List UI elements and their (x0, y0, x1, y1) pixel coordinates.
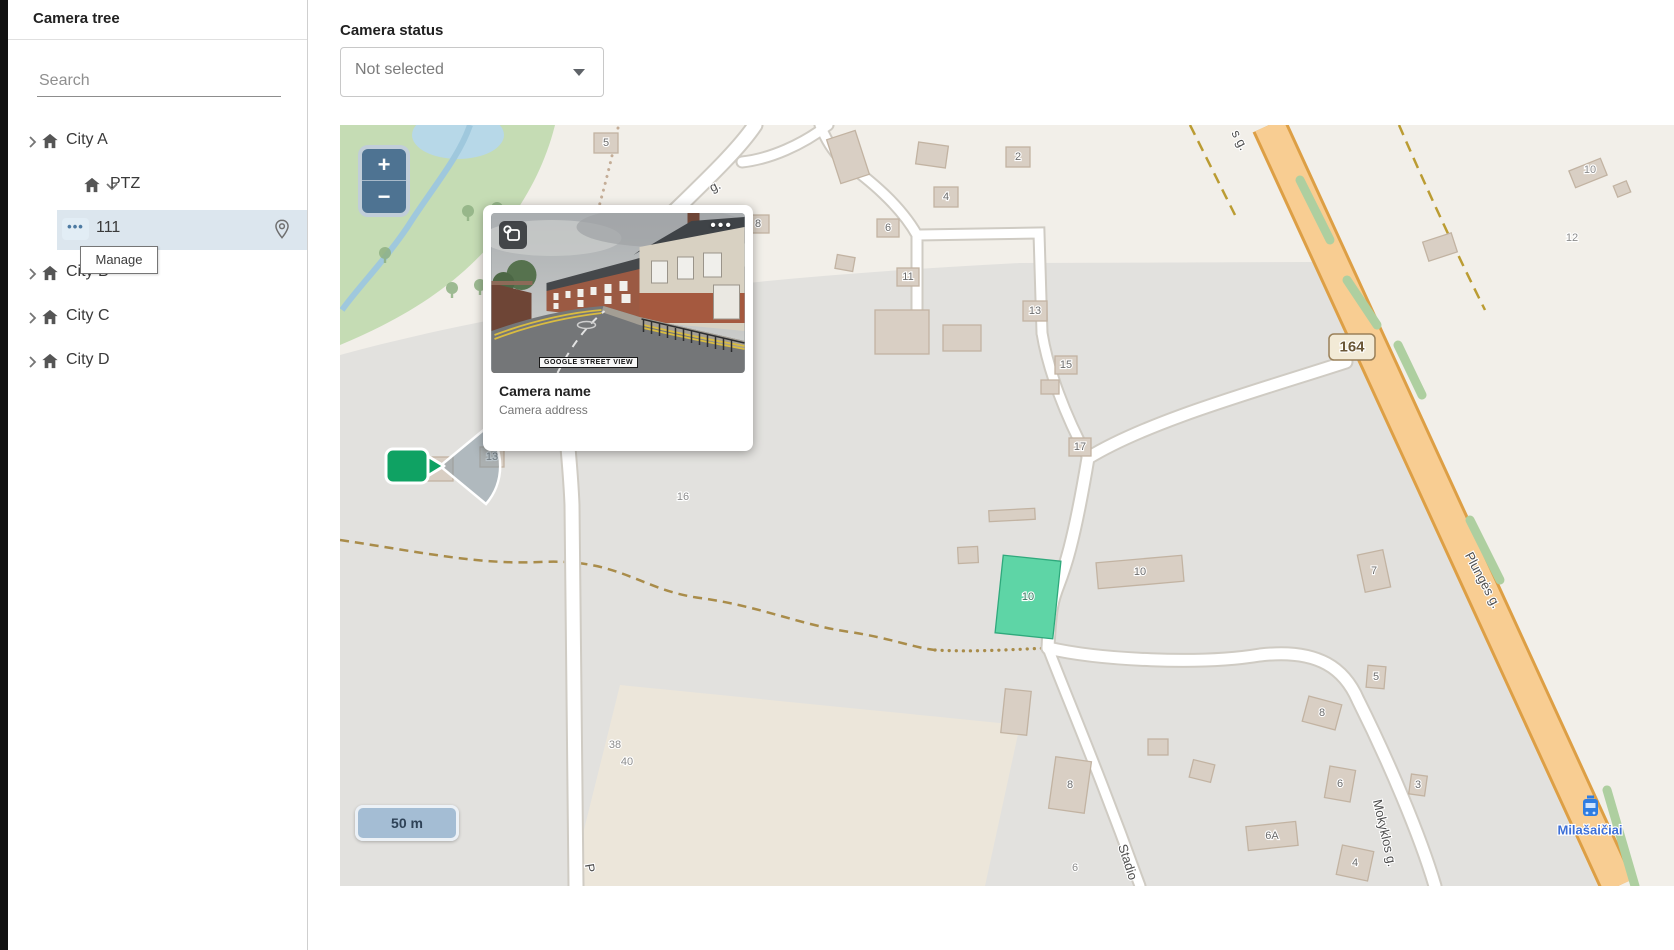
map-building: 11 (897, 268, 919, 286)
building-number: 10 (1022, 591, 1034, 603)
camera-status-label: Camera status (340, 22, 443, 39)
map-building (835, 255, 855, 272)
landuse-label: 38 (609, 739, 621, 751)
building-number: 2 (1015, 151, 1021, 163)
street-view-art (491, 213, 745, 373)
zoom-out-button[interactable]: − (362, 181, 406, 212)
map-building (1148, 739, 1168, 755)
building-number: 8 (755, 218, 761, 230)
building-number: 13 (1029, 305, 1041, 317)
street-view-image: ••• GOOGLE STREET VIEW (491, 213, 745, 373)
manage-tooltip: Manage (80, 246, 158, 274)
popup-more-button[interactable]: ••• (710, 217, 733, 235)
tree-item-label: City C (66, 307, 110, 325)
building-number: 6A (1265, 830, 1279, 842)
map-building (1041, 380, 1059, 394)
map-building: 6 (1324, 766, 1355, 802)
camera-popup-card[interactable]: ••• GOOGLE STREET VIEW Camera name Camer… (483, 205, 753, 451)
map-building: 3 (1409, 774, 1428, 796)
camera-dots-icon: ••• (62, 218, 89, 240)
landuse-label: 10 (1584, 164, 1596, 176)
street-view-attribution: GOOGLE STREET VIEW (539, 357, 638, 368)
building-number: 5 (1373, 671, 1379, 683)
selected-row-highlight (57, 210, 307, 250)
building-number: 4 (943, 191, 949, 203)
map-building: 6 (877, 219, 899, 237)
map-building (943, 325, 981, 351)
building-number: 7 (1371, 565, 1377, 577)
camera-status-dropdown[interactable]: Not selected (340, 47, 604, 97)
popup-camera-address: Camera address (499, 403, 588, 417)
tree-item-city-a[interactable]: City A (0, 120, 307, 164)
building-number: 8 (1067, 779, 1073, 791)
map-building (875, 310, 929, 354)
map-building: 4 (934, 187, 958, 207)
tree-item-label: City D (66, 351, 110, 369)
map-zoom-control: + − (358, 145, 410, 217)
building-number: 4 (1352, 857, 1358, 869)
building-number: 10 (1134, 566, 1146, 578)
panel-title: Camera tree (33, 10, 120, 27)
landuse-label: 6 (1072, 862, 1078, 874)
bus-label: Milašaičiai (1557, 823, 1622, 838)
open-preview-button[interactable] (499, 221, 527, 249)
camera-status-value: Not selected (355, 61, 444, 79)
building-number: 15 (1060, 359, 1072, 371)
popup-camera-name: Camera name (499, 383, 591, 399)
building-number: 3 (1415, 779, 1421, 791)
map-building: 10 (995, 555, 1061, 639)
map-building: 8 (1049, 757, 1092, 814)
chevron-down-icon (573, 69, 585, 76)
landuse-label: 12 (1566, 232, 1578, 244)
map-building (958, 546, 979, 563)
open-preview-icon (499, 221, 527, 249)
building-number: 8 (1319, 707, 1325, 719)
map-canvas[interactable]: 524861113151713101075866A438 164 Plungės… (340, 125, 1674, 886)
building-number: 6 (1337, 778, 1343, 790)
building-number: 5 (603, 137, 609, 149)
search-input[interactable] (37, 66, 281, 97)
tree-item-ptz[interactable]: PTZ (0, 164, 307, 208)
map-building: 6A (1246, 821, 1298, 850)
map-building (1001, 689, 1031, 735)
route-badge: 164 (1329, 334, 1375, 360)
map-building: 13 (1023, 301, 1047, 321)
landuse-label: 16 (677, 491, 689, 503)
svg-text:164: 164 (1339, 339, 1365, 356)
landuse-label: 40 (621, 756, 633, 768)
zoom-in-button[interactable]: + (362, 149, 406, 181)
building-number: 17 (1074, 441, 1086, 453)
tree-item-label: 111 (96, 219, 120, 237)
window-edge (0, 0, 8, 950)
building-number: 6 (885, 222, 891, 234)
tree-item-label: PTZ (110, 175, 140, 193)
map-building (989, 508, 1036, 521)
map-building: 4 (1336, 845, 1374, 881)
camera-tree-panel: Camera tree City APTZ•••111City BCity CC… (0, 0, 308, 950)
tree-item-city-d[interactable]: City D (0, 340, 307, 384)
tree-item-label: City A (66, 131, 108, 149)
map-building: 2 (1006, 147, 1030, 167)
sidebar-header: Camera tree (0, 0, 307, 40)
map-building: 17 (1069, 438, 1091, 456)
map-building (916, 142, 949, 168)
map-scale: 50 m (355, 805, 459, 841)
map-building: 5 (1366, 665, 1386, 688)
map-building: 5 (594, 133, 618, 153)
map-building: 15 (1055, 356, 1077, 374)
tree-item-city-c[interactable]: City C (0, 296, 307, 340)
building-number: 11 (902, 271, 913, 283)
